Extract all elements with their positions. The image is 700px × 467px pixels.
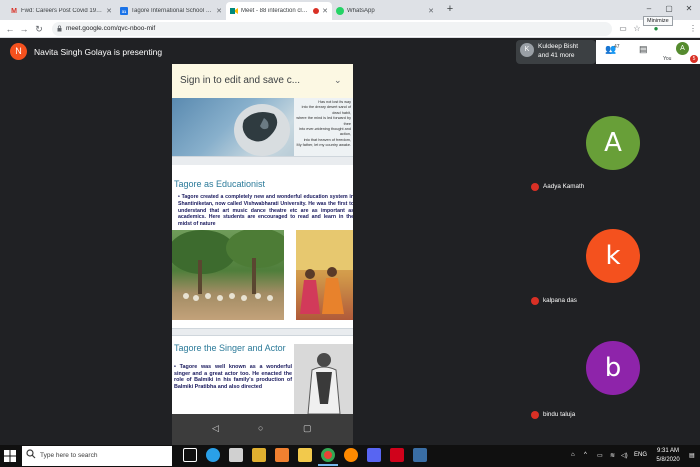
camera-icon[interactable]: ▭ [617,23,629,35]
active-app-indicator [318,464,338,466]
new-tab-button[interactable]: + [444,3,456,15]
participant-tile-avatar[interactable]: A [586,116,640,170]
slide-divider [172,156,353,165]
slide-divider-2 [172,328,353,336]
tab-calendar[interactable]: 31 Tagore International School - Cal ✕ [116,2,226,20]
signin-banner[interactable]: Sign in to edit and save c... ⌄ [172,64,353,98]
people-count: 47 [614,44,620,50]
participant-tile-avatar[interactable]: k [586,229,640,283]
presenter-status: Navita Singh Golaya is presenting [34,47,163,57]
minimize-tooltip: Minimize [643,16,673,26]
address-bar: ← → ↻ meet.google.com/qvc-nboo-mif ▭ ☆ ●… [0,20,700,53]
url-input[interactable]: meet.google.com/qvc-nboo-mif [52,22,612,36]
close-icon[interactable]: ✕ [213,7,222,15]
tab-whatsapp[interactable]: WhatsApp ✕ [332,2,438,20]
section-body-singer-actor: • Tagore was well known as a wonderful s… [174,364,292,391]
search-icon [26,449,36,459]
back-nav-icon[interactable]: ◁ [212,423,219,434]
show-hidden-icons[interactable]: ^ [584,452,587,458]
participant-name: Kuldeep Bisht [538,43,579,50]
tab-meet[interactable]: Meet - 88 interaction class8 ✕ [226,2,332,20]
browser-tab-strip: M Fwd: Careers Post Covid 19 - Tag ✕ 31 … [0,0,700,20]
presenter-avatar: N [10,43,27,60]
chrome-icon[interactable] [321,448,335,462]
task-view-icon[interactable] [183,448,197,462]
minimize-button[interactable]: – [640,2,658,16]
section-title-educationist: Tagore as Educationist [174,179,266,189]
app-icon[interactable] [367,448,381,462]
participant-avatar: K [520,43,534,57]
bookmark-star-icon[interactable]: ☆ [631,23,643,35]
forward-button[interactable]: → [18,22,30,36]
tab-gmail[interactable]: M Fwd: Careers Post Covid 19 - Tag ✕ [6,2,116,20]
participant-tile-name: bindu taluja [543,411,576,418]
firefox-icon[interactable] [344,448,358,462]
dance-photo [296,230,353,320]
notification-badge: 5 [690,55,698,63]
gmail-icon: M [11,7,17,15]
wifi-icon[interactable]: ≋ [610,452,615,459]
participant-tile-avatar[interactable]: b [586,341,640,395]
battery-icon[interactable]: ▭ [597,452,603,459]
section-title-singer-actor: Tagore the Singer and Actor [174,343,286,353]
back-button[interactable]: ← [4,22,16,36]
self-avatar[interactable]: A [676,42,689,55]
edge-icon[interactable] [206,448,220,462]
notifications-icon[interactable]: ▤ [689,452,695,459]
calendar-icon: 31 [120,7,128,15]
shared-screen: Sign in to edit and save c... ⌄ Has not … [172,64,353,445]
mic-off-icon [531,411,539,419]
close-icon[interactable]: ✕ [103,7,112,15]
mic-off-icon [531,297,539,305]
home-nav-icon[interactable]: ○ [258,423,263,433]
globe-illustration [234,104,290,156]
participant-tile-name: kalpana das [543,297,577,304]
screen: M Fwd: Careers Post Covid 19 - Tag ✕ 31 … [0,0,700,467]
close-window-button[interactable]: ✕ [680,2,698,16]
self-label: You [663,56,672,62]
app-icon[interactable] [413,448,427,462]
meet-icon [230,7,238,15]
classroom-photo [172,230,284,320]
lock-icon[interactable] [57,25,62,32]
chevron-down-icon[interactable]: ⌄ [334,75,342,86]
tagore-portrait [294,344,353,414]
clock-date[interactable]: 5/8/2020 [650,457,686,463]
menu-icon[interactable]: ⋮ [687,23,699,35]
volume-icon[interactable]: ◁) [621,452,628,459]
poem-text: Has not lost its way into the dreary des… [294,98,353,156]
input-language[interactable]: ENG [634,452,647,458]
participant-tile-name: Aadya Kamath [543,183,585,190]
section-body-educationist: • Tagore created a completely new and wo… [178,194,353,228]
acrobat-icon[interactable] [390,448,404,462]
file-explorer-icon[interactable] [298,448,312,462]
reload-button[interactable]: ↻ [33,22,45,36]
poem-banner: Has not lost its way into the dreary des… [172,98,353,156]
signin-text: Sign in to edit and save c... [180,75,301,86]
chat-icon[interactable]: ▤ [639,44,648,55]
windows-start-icon[interactable] [4,450,16,462]
mail-icon[interactable] [229,448,243,462]
maximize-button[interactable]: ▢ [660,2,678,16]
app-icon[interactable] [275,448,289,462]
app-icon[interactable] [252,448,266,462]
close-icon[interactable]: ✕ [425,7,434,15]
whatsapp-icon [336,7,344,15]
mic-off-icon [531,183,539,191]
participant-more: and 41 more [538,52,575,59]
people-tray-icon[interactable]: ⌂ [571,452,575,458]
clock-time[interactable]: 9:31 AM [650,448,686,454]
search-placeholder: Type here to search [40,452,98,459]
close-icon[interactable]: ✕ [319,7,328,15]
recents-nav-icon[interactable]: ▢ [303,423,312,434]
